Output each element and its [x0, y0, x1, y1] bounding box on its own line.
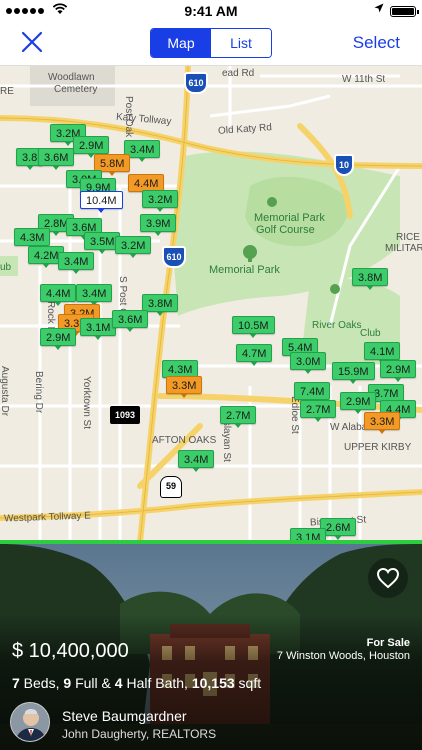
interstate-610-shield-icon: 610 — [162, 246, 186, 268]
price-pin-selected[interactable]: 10.4M — [80, 191, 123, 213]
beds-text: Beds, — [19, 675, 64, 691]
price-pin[interactable]: 2.7M — [300, 400, 337, 422]
listing-card[interactable]: $ 10,400,000 For Sale 7 Winston Woods, H… — [0, 544, 422, 750]
price-pin[interactable]: 2.9M — [73, 136, 110, 158]
navigation-bar: Map List Select — [0, 22, 422, 66]
map-label-ead-rd: ead Rd — [222, 68, 255, 79]
listing-specs: 7 Beds, 9 Full & 4 Half Bath, 10,153 sqf… — [12, 675, 261, 691]
price-pin[interactable]: 3.3M — [166, 376, 203, 398]
price-pin[interactable]: 3.2M — [115, 236, 152, 258]
location-arrow-icon — [374, 3, 384, 16]
map-label-yorktown-st: Yorktown St — [81, 376, 92, 429]
status-time: 9:41 AM — [184, 3, 238, 19]
agent-brokerage: John Daugherty, REALTORS — [62, 727, 217, 741]
price-pin[interactable]: 3.8M — [142, 294, 179, 316]
map-label-w-11th: W 11th St — [342, 74, 386, 85]
beds-count: 7 — [12, 675, 20, 691]
price-pin[interactable]: 3.9M — [140, 214, 177, 236]
price-pin[interactable]: 3.1M — [80, 318, 117, 340]
map-label-afton-oaks: AFTON OAKS — [152, 435, 217, 446]
map-label-augusta-dr: Augusta Dr — [0, 366, 10, 417]
agent-avatar[interactable] — [10, 702, 50, 742]
map-label-country-club: Club — [360, 328, 381, 339]
select-button[interactable]: Select — [353, 33, 400, 53]
price-pin[interactable]: 3.6M — [112, 310, 149, 332]
interstate-10-shield-icon: 10 — [334, 154, 354, 176]
price-pin[interactable]: 4.4M — [40, 284, 77, 306]
status-bar: 9:41 AM — [0, 0, 422, 22]
heart-icon — [376, 567, 400, 589]
map-label-rice: RICE — [396, 232, 420, 243]
listing-status: For Sale — [366, 637, 410, 649]
close-icon — [21, 31, 43, 53]
half-bath-text: Half Bath, — [122, 675, 192, 691]
price-pin[interactable]: 2.9M — [380, 360, 417, 382]
price-pin[interactable]: 3.2M — [142, 190, 179, 212]
map-view[interactable]: Woodlawn Cemetery RE Katy Tollway Old Ka… — [0, 66, 422, 542]
price-pin[interactable]: 2.7M — [220, 406, 257, 428]
price-pin[interactable]: 3.3M — [364, 412, 401, 434]
price-pin[interactable]: 3.4M — [76, 284, 113, 306]
price-pin[interactable]: 15.9M — [332, 362, 375, 384]
map-label-club: ub — [0, 262, 12, 273]
price-pin[interactable]: 2.9M — [40, 328, 77, 350]
us-59-shield-icon: 59 — [160, 476, 182, 498]
tx-1093-shield-icon: 1093 — [110, 406, 140, 424]
listing-price: $ 10,400,000 — [12, 640, 129, 662]
price-pin[interactable]: 3.6M — [38, 148, 75, 170]
sqft-value: 10,153 — [191, 675, 235, 691]
price-pin[interactable]: 3.4M — [58, 252, 95, 274]
price-pin[interactable]: 4.3M — [14, 228, 51, 250]
interstate-610-shield-icon: 610 — [184, 72, 208, 94]
map-label-woodlawn: Woodlawn — [48, 72, 95, 83]
agent-name: Steve Baumgardner — [62, 708, 187, 724]
map-label-golf-course: Golf Course — [256, 224, 315, 236]
price-pin[interactable]: 3.0M — [290, 352, 327, 374]
favorite-button[interactable] — [368, 558, 408, 598]
price-pin[interactable]: 4.1M — [364, 342, 401, 364]
battery-icon — [390, 6, 419, 17]
agent-photo — [11, 703, 49, 741]
map-label-upper-kirby: UPPER KIRBY — [344, 442, 412, 453]
price-pin[interactable]: 4.7M — [236, 344, 273, 366]
map-label-military: MILITAR — [385, 243, 422, 254]
map-label-bering-dr: Bering Dr — [33, 371, 44, 414]
map-label-edloe-st: Edloe St — [289, 396, 300, 434]
price-pin[interactable]: 10.5M — [232, 316, 275, 338]
price-pin[interactable]: 3.4M — [178, 450, 215, 472]
full-bath-text: Full & — [71, 675, 115, 691]
half-bath-count: 4 — [114, 675, 123, 691]
map-label-memorial-park: Memorial Park — [209, 264, 280, 276]
map-label-memorial-golf: Memorial Park — [254, 212, 325, 224]
map-label-river-oaks: River Oaks — [312, 320, 362, 331]
list-segment[interactable]: List — [211, 29, 271, 57]
close-button[interactable] — [18, 28, 46, 56]
map-segment[interactable]: Map — [151, 29, 211, 57]
listing-address: 7 Winston Woods, Houston — [276, 650, 410, 662]
price-pin[interactable]: 2.9M — [340, 392, 377, 414]
price-pin[interactable]: 7.4M — [294, 382, 331, 404]
map-label-cemetery: Cemetery — [54, 84, 98, 95]
view-segmented-control: Map List — [150, 28, 272, 58]
price-pin[interactable]: 3.8M — [352, 268, 389, 290]
map-label-re: RE — [0, 86, 14, 97]
sqft-text: sqft — [234, 675, 262, 691]
